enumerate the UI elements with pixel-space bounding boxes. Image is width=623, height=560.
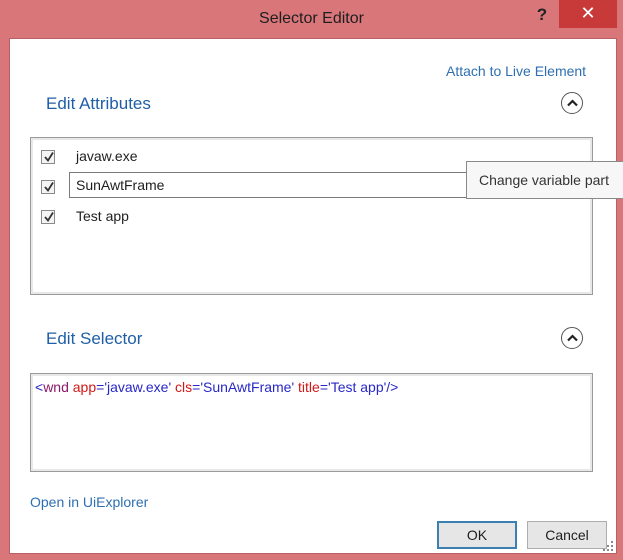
- selector-token-punct: />: [386, 379, 399, 395]
- edit-selector-collapse-button[interactable]: [561, 327, 583, 349]
- edit-selector-title: Edit Selector: [46, 329, 143, 348]
- selector-token-val: 'SunAwtFrame': [200, 379, 295, 395]
- selector-token-punct: <: [35, 379, 44, 395]
- checkmark-icon: [44, 212, 54, 223]
- open-in-uiexplorer-link[interactable]: Open in UiExplorer: [30, 494, 148, 510]
- change-variable-part-tooltip: Change variable part: [466, 161, 623, 199]
- attribute-checkbox-title[interactable]: [41, 210, 55, 224]
- selector-xml-text[interactable]: <wnd app='javaw.exe' cls='SunAwtFrame' t…: [35, 379, 398, 395]
- chevron-up-icon: [567, 334, 578, 342]
- help-button[interactable]: ?: [532, 2, 552, 28]
- window-title: Selector Editor: [259, 10, 364, 27]
- selector-text-editor[interactable]: <wnd app='javaw.exe' cls='SunAwtFrame' t…: [30, 373, 593, 472]
- selector-token-tag: wnd: [43, 379, 69, 395]
- selector-token-punct: =: [319, 379, 329, 395]
- selector-token-attr: title: [298, 379, 320, 395]
- dialog-client-area: Attach to Live Element Edit Attributes j…: [9, 38, 617, 554]
- selector-token-val: 'Test app': [328, 379, 387, 395]
- selector-token-attr: cls: [175, 379, 193, 395]
- resize-grip-icon[interactable]: [602, 540, 614, 552]
- attribute-checkbox-cls[interactable]: [41, 180, 55, 194]
- cancel-button[interactable]: Cancel: [527, 521, 607, 549]
- attribute-label-title[interactable]: Test app: [76, 208, 129, 224]
- selector-token-val: 'javaw.exe': [104, 379, 172, 395]
- chevron-up-icon: [567, 99, 578, 107]
- checkmark-icon: [44, 152, 54, 163]
- title-bar[interactable]: Selector Editor ? ✕: [0, 0, 623, 38]
- attribute-checkbox-app[interactable]: [41, 150, 55, 164]
- edit-attributes-title: Edit Attributes: [46, 94, 151, 113]
- attach-to-live-element-link[interactable]: Attach to Live Element: [446, 63, 586, 79]
- ok-button[interactable]: OK: [437, 521, 517, 549]
- close-button[interactable]: ✕: [559, 0, 617, 28]
- selector-token-attr: app: [72, 379, 97, 395]
- attribute-label-app[interactable]: javaw.exe: [76, 148, 137, 164]
- edit-attributes-collapse-button[interactable]: [561, 92, 583, 114]
- attribute-row-title[interactable]: Test app: [31, 204, 592, 230]
- checkmark-icon: [44, 182, 54, 193]
